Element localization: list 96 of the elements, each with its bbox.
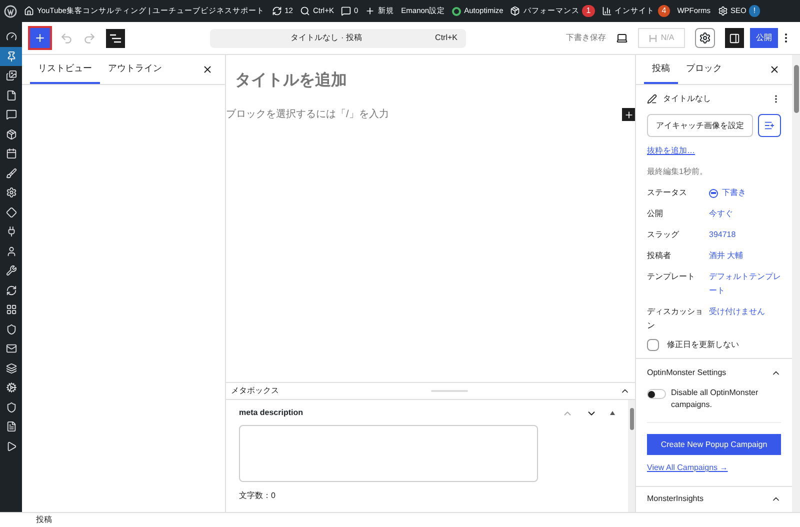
scrollbar[interactable]: [792, 55, 800, 512]
field-label: スラッグ: [647, 229, 680, 241]
grid-icon: [6, 304, 16, 316]
pen-icon: [647, 94, 657, 104]
panel-tab[interactable]: ブロック: [678, 55, 730, 84]
new-icon: [365, 6, 376, 16]
section-title[interactable]: OptinMonster Settings: [647, 367, 771, 379]
comments-icon: [340, 6, 351, 16]
close-icon[interactable]: [769, 64, 780, 75]
gear-icon: [6, 382, 16, 394]
character-count: 文字数：0: [239, 490, 276, 502]
add-to-list-button[interactable]: [758, 114, 781, 137]
settings-toggle-button[interactable]: [725, 28, 744, 48]
plus-icon: [624, 110, 634, 120]
performance-icon: [510, 6, 520, 16]
dashboard-icon: [6, 31, 16, 42]
publish-button[interactable]: 公開: [750, 28, 778, 48]
post-title: タイトルなし: [663, 93, 712, 105]
breadcrumb-item[interactable]: 投稿: [36, 514, 52, 526]
toggle-label: Disable all OptinMonster campaigns.: [671, 387, 760, 411]
user-icon: [6, 246, 16, 257]
insights-icon: [602, 6, 612, 16]
wordpress-logo-icon[interactable]: [4, 4, 17, 18]
page-icon: [6, 90, 16, 101]
resize-handle[interactable]: [431, 390, 468, 392]
wrench-icon: [6, 265, 16, 276]
list-add-icon: [764, 120, 775, 131]
add-block-button[interactable]: [622, 108, 635, 121]
sidebar-icon: [729, 32, 740, 44]
scrollbar[interactable]: [628, 400, 635, 512]
create-campaign-button[interactable]: Create New Popup Campaign: [647, 434, 781, 455]
close-icon[interactable]: [202, 64, 213, 75]
sync-icon: [6, 284, 16, 296]
panel-tab[interactable]: 投稿: [644, 55, 678, 84]
field-value-link[interactable]: 下書き: [722, 186, 746, 200]
field-value-link[interactable]: 394718: [709, 228, 736, 242]
preview-icon[interactable]: [616, 32, 628, 44]
field-label: テンプレート: [647, 271, 696, 283]
add-excerpt-link[interactable]: 抜粋を追加…: [647, 145, 781, 157]
comment-icon: [6, 109, 16, 120]
calendar-icon: [6, 148, 16, 160]
description-field[interactable]: [239, 425, 538, 482]
add-block-button[interactable]: [30, 28, 50, 48]
shortcut-hint: Ctrl+K: [435, 32, 458, 44]
shield-icon: [6, 324, 16, 335]
menu-item[interactable]: [0, 46, 22, 66]
list-icon: [110, 34, 121, 42]
list-view-button[interactable]: [106, 28, 125, 48]
command-bar[interactable]: タイトルなし · 投稿 Ctrl+K: [210, 28, 466, 48]
brush-icon: [6, 168, 16, 179]
post-title-placeholder[interactable]: タイトルを追加: [235, 69, 635, 93]
toggle-switch[interactable]: [647, 389, 666, 399]
gear-icon: [699, 32, 711, 44]
count-badge: 1: [582, 5, 595, 17]
field-label: ディスカッション: [647, 306, 704, 332]
view-campaigns-link[interactable]: View All Campaigns →: [647, 462, 781, 474]
field-value-link[interactable]: 今すぐ: [709, 207, 733, 221]
checkbox[interactable]: [647, 339, 659, 351]
field-value-link[interactable]: 酒井 大輔: [709, 249, 744, 263]
box-icon: [6, 128, 16, 140]
metabox-title: メタボックス: [231, 385, 279, 397]
field-label: ステータス: [647, 187, 688, 199]
count-badge: !: [749, 5, 760, 17]
layers-icon: [6, 362, 16, 374]
plus-icon: [34, 32, 46, 44]
field-label: 公開: [647, 208, 664, 220]
triangle-icon[interactable]: [610, 411, 615, 415]
diamond-icon: [6, 206, 16, 218]
search-icon: [300, 6, 310, 16]
panel-tab[interactable]: リストビュー: [30, 55, 100, 84]
field-label: meta description: [239, 407, 304, 419]
gear-icon: [6, 187, 16, 198]
last-edited-text: 最終編集1秒前。: [647, 166, 708, 178]
plug-icon: [6, 226, 16, 238]
draft-status-icon: [709, 188, 718, 198]
mail-icon: [6, 343, 16, 354]
save-draft-button[interactable]: 下書き保存: [566, 32, 606, 44]
field-label: 投稿者: [647, 250, 672, 262]
seo-icon: [718, 6, 728, 16]
document-icon: [6, 421, 16, 432]
featured-image-button[interactable]: アイキャッチ画像を設定: [647, 114, 753, 137]
updates-icon: [272, 6, 282, 16]
count-badge: 4: [658, 5, 670, 17]
checkbox-label: 修正日を更新しない: [667, 339, 739, 351]
site-icon: [24, 6, 34, 16]
section-title[interactable]: MonsterInsights: [647, 493, 771, 505]
shield-icon: [6, 402, 16, 413]
document-title: タイトルなし · 投稿: [290, 32, 363, 44]
field-value-link[interactable]: デフォルトテンプレート: [709, 270, 781, 298]
block-placeholder[interactable]: ブロックを選択するには「/」を入力: [226, 107, 622, 122]
images-icon: [6, 70, 16, 82]
field-value-link[interactable]: 受け付けません: [709, 305, 765, 319]
play-icon: [6, 440, 16, 452]
pin-icon: [6, 50, 16, 62]
panel-tab[interactable]: アウトライン: [100, 55, 170, 84]
plugin-button[interactable]: [695, 28, 715, 48]
